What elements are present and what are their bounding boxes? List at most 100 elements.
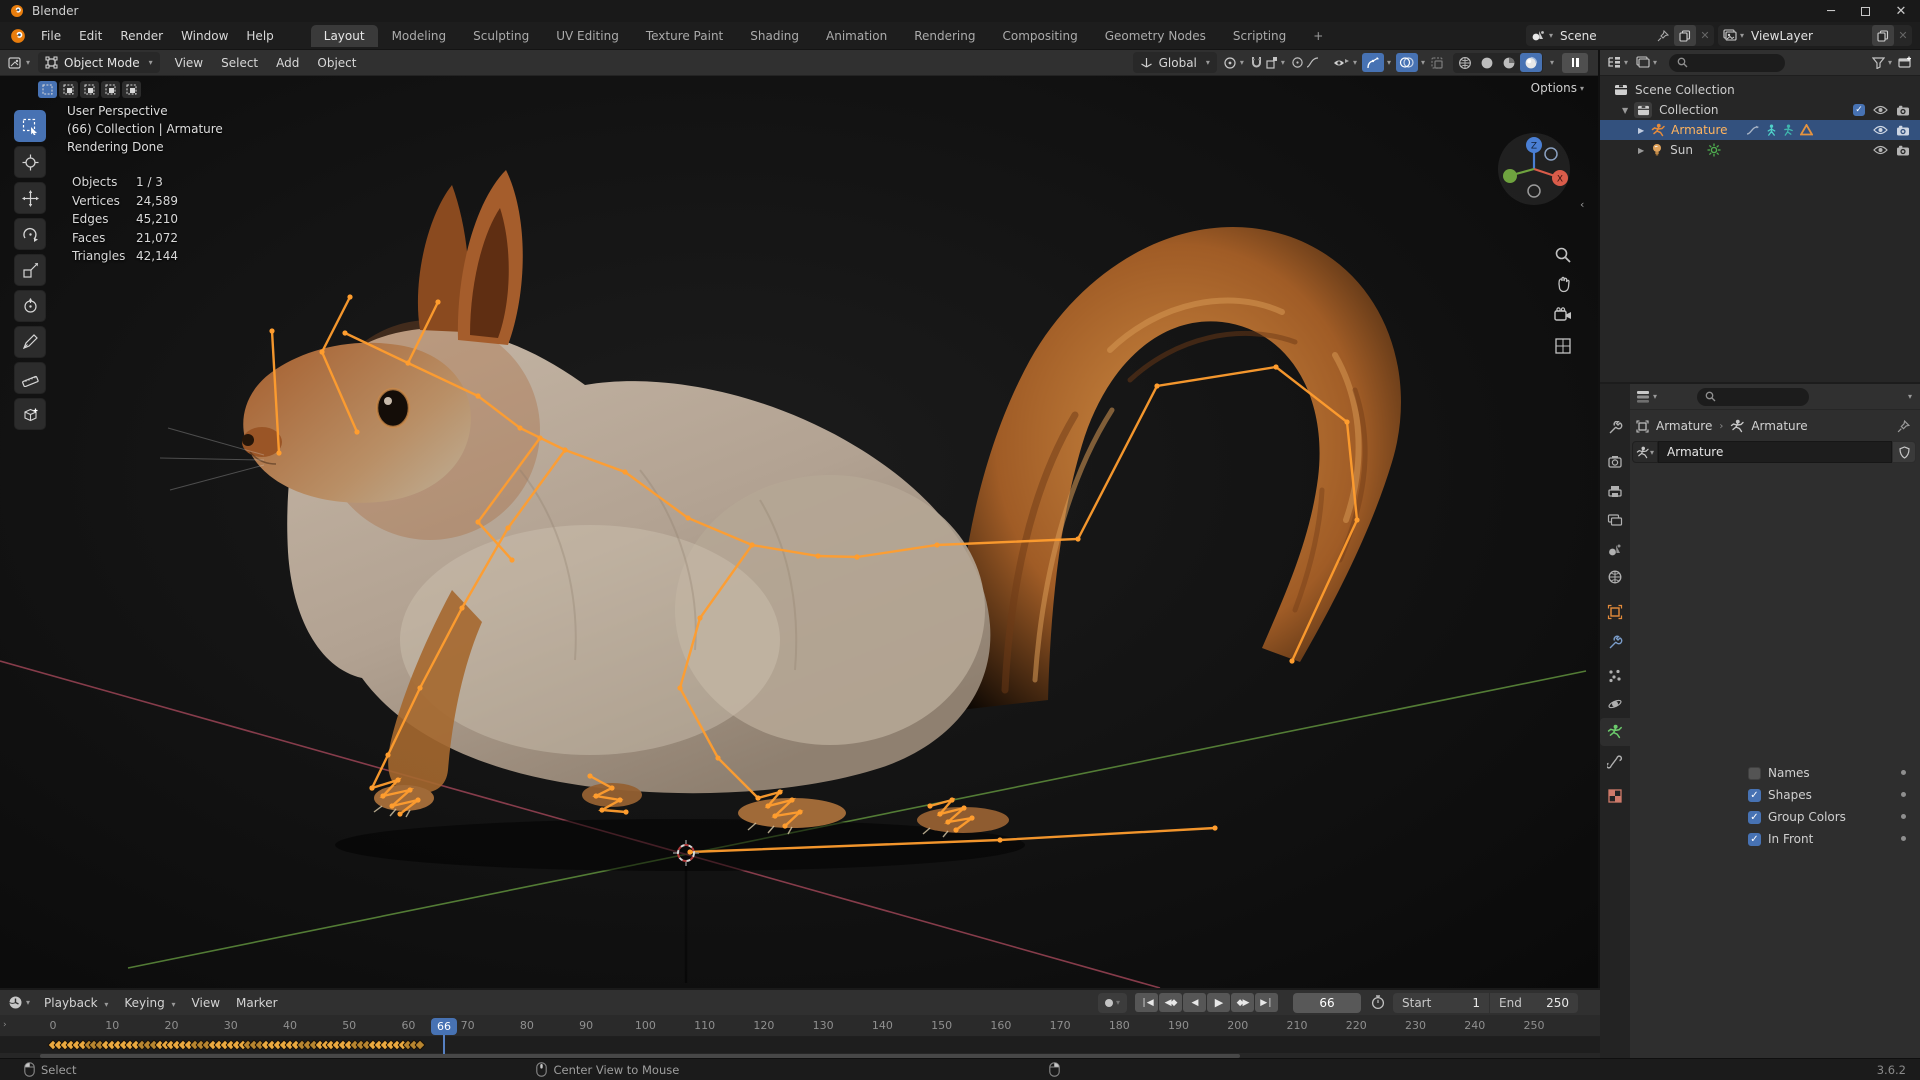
- properties-tab-physics[interactable]: [1600, 690, 1630, 718]
- properties-tab-output[interactable]: [1600, 478, 1630, 506]
- tab-compositing[interactable]: Compositing: [989, 25, 1090, 47]
- properties-tab-render[interactable]: [1600, 448, 1630, 476]
- menu-file[interactable]: File: [32, 26, 70, 46]
- camera-view-icon[interactable]: [1554, 307, 1572, 323]
- properties-search[interactable]: [1697, 387, 1810, 406]
- timeline-menu-marker[interactable]: Marker: [228, 993, 285, 1013]
- checkbox-names[interactable]: [1748, 766, 1761, 780]
- sun-render-camera-icon[interactable]: [1896, 145, 1910, 156]
- outliner-row-sun[interactable]: ▶ Sun: [1600, 140, 1920, 160]
- navigation-gizmo[interactable]: Z X: [1496, 131, 1572, 207]
- outliner-display-chevron-icon[interactable]: ▾: [1653, 58, 1657, 67]
- unlink-scene-icon[interactable]: ✕: [1696, 29, 1714, 42]
- properties-tab-texture[interactable]: [1600, 782, 1630, 810]
- play-reverse-button[interactable]: ◀: [1183, 993, 1206, 1012]
- current-frame-badge[interactable]: 66: [430, 1018, 457, 1035]
- jump-to-end-button[interactable]: ▶❘: [1255, 993, 1278, 1012]
- end-frame-field[interactable]: End 250: [1490, 992, 1578, 1013]
- show-names-row[interactable]: Names: [1748, 766, 1810, 780]
- tab-rendering[interactable]: Rendering: [901, 25, 988, 47]
- tool-measure[interactable]: [14, 362, 46, 394]
- outliner-row-collection[interactable]: ▼ Collection ✓: [1600, 100, 1920, 120]
- previous-keyframe-button[interactable]: ◀◆: [1159, 993, 1182, 1012]
- new-scene-icon[interactable]: [1674, 25, 1696, 46]
- outliner-editor-chevron-icon[interactable]: ▾: [1624, 58, 1628, 67]
- blender-menu-icon[interactable]: [10, 28, 26, 44]
- outliner-row-armature[interactable]: ▶ Armature: [1600, 120, 1920, 140]
- add-workspace-button[interactable]: +: [1300, 25, 1336, 47]
- datablock-type-dropdown[interactable]: ▾: [1632, 441, 1659, 463]
- scene-icon[interactable]: [1531, 29, 1546, 42]
- armature-expand-icon[interactable]: ▶: [1638, 126, 1644, 135]
- properties-tab-scene[interactable]: [1600, 536, 1630, 564]
- viewlayer-chevron-icon[interactable]: ▾: [1740, 31, 1744, 40]
- menu-help[interactable]: Help: [237, 26, 282, 46]
- tab-sculpting[interactable]: Sculpting: [460, 25, 542, 47]
- show-in-front-row[interactable]: ✓ In Front: [1748, 832, 1813, 846]
- datablock-name-field[interactable]: Armature: [1658, 441, 1892, 463]
- tool-scale[interactable]: [14, 254, 46, 286]
- new-collection-icon[interactable]: [1898, 56, 1912, 69]
- properties-editor-icon[interactable]: [1636, 390, 1650, 403]
- tool-add-cube[interactable]: [14, 398, 46, 430]
- outliner-editor-icon[interactable]: [1607, 56, 1621, 69]
- sun-hide-eye-icon[interactable]: [1873, 145, 1888, 155]
- properties-tab-modifiers[interactable]: [1600, 629, 1630, 657]
- properties-tab-particles[interactable]: [1600, 662, 1630, 690]
- timeline-key-strip[interactable]: [0, 1037, 1600, 1053]
- tab-modeling[interactable]: Modeling: [379, 25, 460, 47]
- scene-chevron-icon[interactable]: ▾: [1549, 31, 1553, 40]
- move-view-icon[interactable]: [1554, 276, 1572, 294]
- collection-checkbox[interactable]: ✓: [1853, 104, 1865, 116]
- outliner-row-scene-collection[interactable]: Scene Collection: [1600, 80, 1920, 100]
- menu-render[interactable]: Render: [111, 26, 172, 46]
- tool-transform[interactable]: [14, 290, 46, 322]
- tab-shading[interactable]: Shading: [737, 25, 812, 47]
- tool-cursor[interactable]: [14, 146, 46, 178]
- collection-render-camera-icon[interactable]: [1896, 105, 1910, 116]
- tool-move[interactable]: [14, 182, 46, 214]
- breadcrumb-object[interactable]: Armature: [1656, 419, 1712, 433]
- tab-texture-paint[interactable]: Texture Paint: [633, 25, 736, 47]
- minimize-button[interactable]: ─: [1814, 0, 1848, 22]
- toggle-ortho-icon[interactable]: [1554, 337, 1572, 355]
- timeline-menu-playback[interactable]: Playback ▾: [36, 993, 116, 1013]
- auto-key-button[interactable]: ▾: [1097, 992, 1127, 1013]
- timeline-menu-view[interactable]: View: [184, 993, 228, 1013]
- breadcrumb-data[interactable]: Armature: [1751, 419, 1807, 433]
- timeline-expand-arrow[interactable]: ›: [3, 1020, 7, 1030]
- properties-tab-object[interactable]: [1600, 598, 1630, 626]
- timeline-menu-keying[interactable]: Keying ▾: [116, 993, 183, 1013]
- current-frame-field[interactable]: 66: [1293, 992, 1361, 1013]
- new-viewlayer-icon[interactable]: [1872, 25, 1894, 46]
- tab-uv-editing[interactable]: UV Editing: [543, 25, 632, 47]
- play-button[interactable]: ▶: [1207, 993, 1230, 1012]
- fake-user-shield-button[interactable]: [1892, 441, 1916, 463]
- viewlayer-selector[interactable]: ▾ ViewLayer ✕: [1718, 25, 1912, 46]
- scene-name[interactable]: Scene: [1560, 29, 1657, 43]
- menu-edit[interactable]: Edit: [70, 26, 111, 46]
- properties-editor-chevron-icon[interactable]: ▾: [1653, 392, 1657, 401]
- use-preview-range-icon[interactable]: [1371, 995, 1385, 1010]
- checkbox-in-front[interactable]: ✓: [1748, 832, 1761, 846]
- remove-viewlayer-icon[interactable]: ✕: [1894, 29, 1912, 42]
- outliner-search[interactable]: [1669, 53, 1786, 72]
- panel-collapse-arrow[interactable]: ‹: [1580, 198, 1584, 211]
- viewlayer-icon[interactable]: [1723, 29, 1737, 42]
- tab-animation[interactable]: Animation: [813, 25, 900, 47]
- checkbox-shapes[interactable]: ✓: [1748, 788, 1761, 802]
- next-keyframe-button[interactable]: ◆▶: [1231, 993, 1254, 1012]
- show-shapes-row[interactable]: ✓ Shapes: [1748, 788, 1812, 802]
- viewlayer-name[interactable]: ViewLayer: [1751, 29, 1872, 43]
- scene-selector[interactable]: ▾ Scene ✕: [1526, 25, 1714, 46]
- tool-select-box[interactable]: [14, 110, 46, 142]
- timeline-editor-icon[interactable]: [8, 995, 23, 1010]
- timeline-editor-chevron-icon[interactable]: ▾: [26, 998, 30, 1007]
- properties-tab-world[interactable]: [1600, 563, 1630, 591]
- zoom-view-icon[interactable]: [1554, 246, 1572, 264]
- properties-tab-tool[interactable]: [1600, 415, 1630, 443]
- sun-expand-icon[interactable]: ▶: [1638, 146, 1644, 155]
- properties-tab-view-layer[interactable]: [1600, 507, 1630, 535]
- armature-render-camera-icon[interactable]: [1896, 125, 1910, 136]
- tab-layout[interactable]: Layout: [310, 24, 378, 47]
